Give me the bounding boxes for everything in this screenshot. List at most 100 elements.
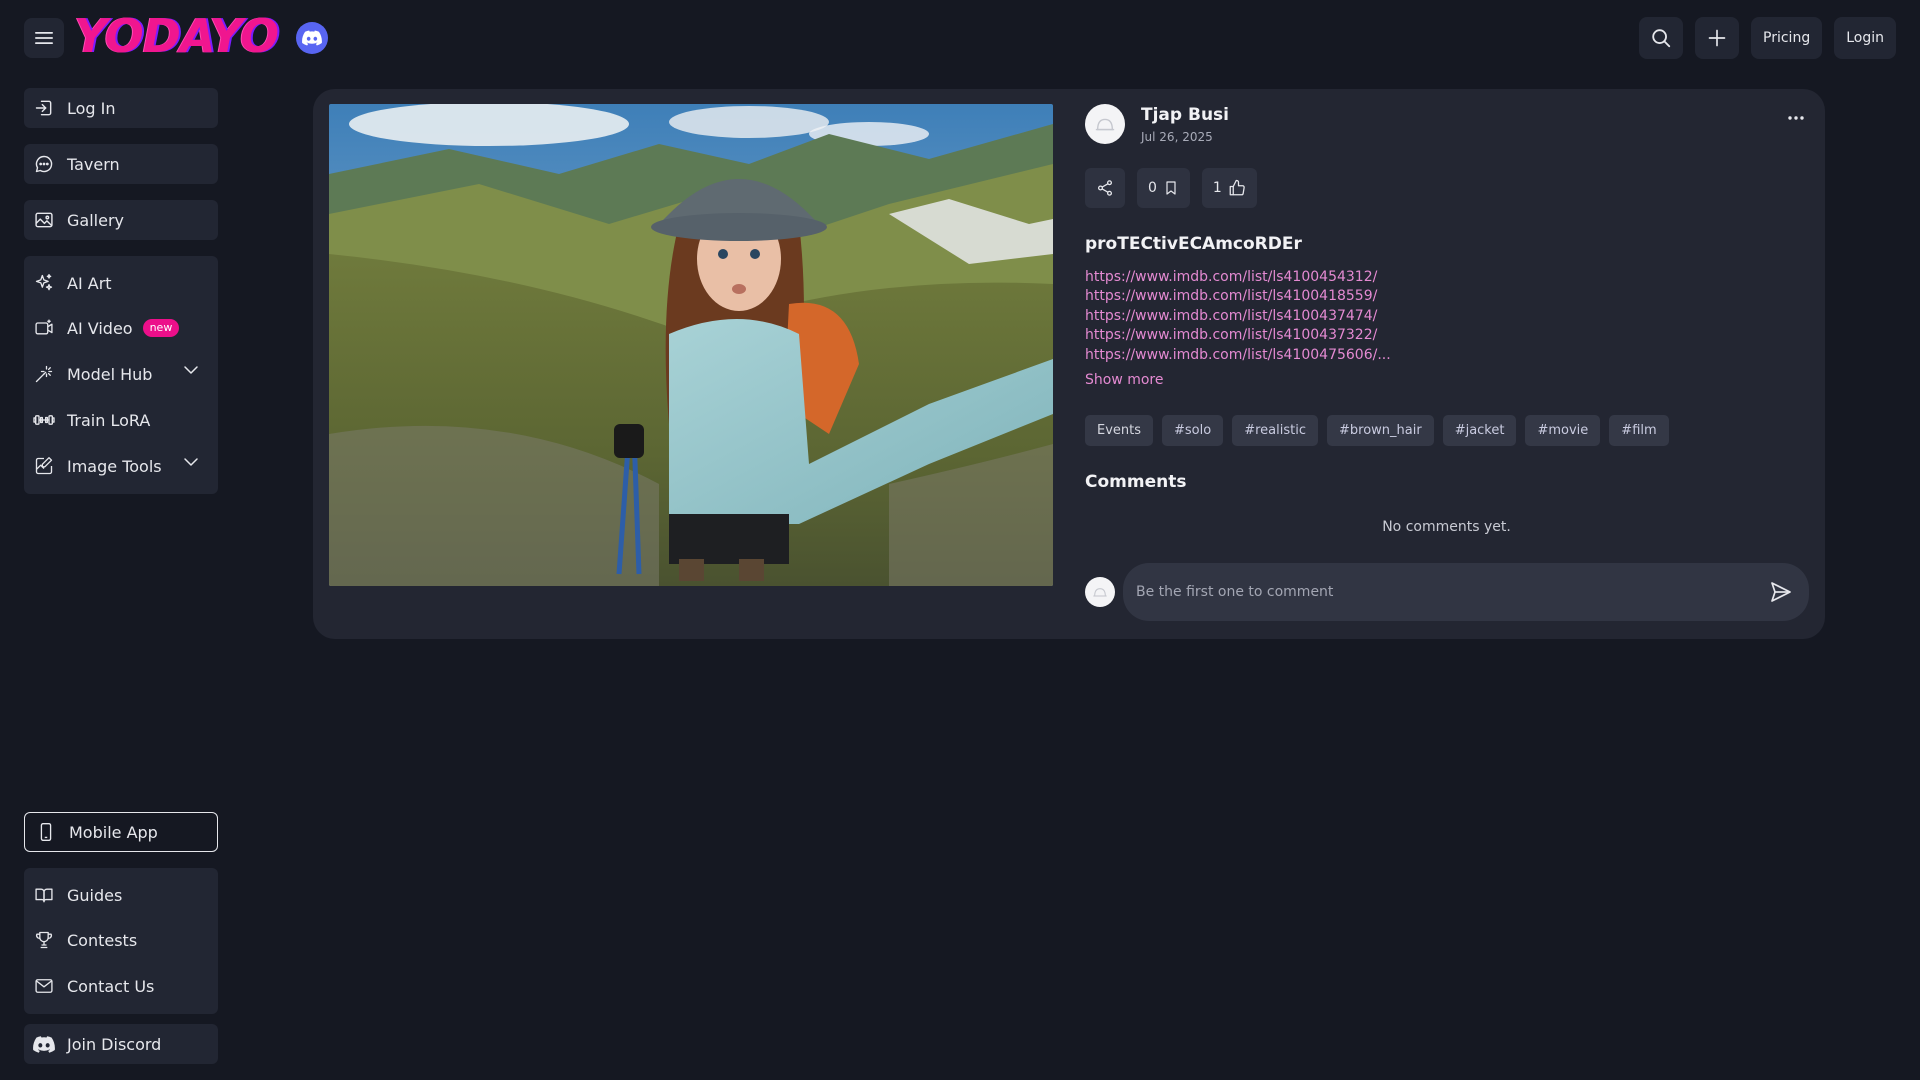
comment-box bbox=[1123, 563, 1809, 621]
sidebar-item-label: Contact Us bbox=[67, 976, 155, 996]
tag-list: Events #solo #realistic #brown_hair #jac… bbox=[1085, 415, 1669, 446]
avatar-placeholder-icon bbox=[1095, 118, 1115, 131]
post-actions: 0 1 bbox=[1085, 168, 1257, 208]
share-button[interactable] bbox=[1085, 168, 1125, 208]
hamburger-menu-button[interactable] bbox=[24, 18, 64, 58]
plus-icon bbox=[1708, 29, 1726, 47]
like-count: 1 bbox=[1212, 180, 1222, 196]
search-button[interactable] bbox=[1639, 17, 1684, 59]
sidebar-item-label: AI Video bbox=[67, 318, 133, 338]
sidebar-item-label: Join Discord bbox=[67, 1034, 162, 1054]
chat-bubble-icon bbox=[33, 153, 55, 175]
chevron-down-icon[interactable] bbox=[182, 361, 200, 379]
description-link[interactable]: https://www.imdb.com/list/ls4100454312/ bbox=[1085, 268, 1391, 287]
sidebar-item-log-in[interactable]: Log In bbox=[24, 88, 218, 128]
post-title: proTECtivECAmcoRDEr bbox=[1085, 234, 1302, 254]
mobile-app-button[interactable]: Mobile App bbox=[24, 812, 218, 852]
sidebar-item-join-discord[interactable]: Join Discord bbox=[24, 1024, 218, 1064]
sidebar-group-tavern: Tavern bbox=[24, 144, 218, 184]
magic-wand-icon bbox=[33, 363, 55, 385]
trophy-icon bbox=[33, 929, 55, 951]
tag-jacket[interactable]: #jacket bbox=[1442, 415, 1517, 446]
thumbs-up-icon bbox=[1229, 179, 1245, 196]
comment-input[interactable] bbox=[1136, 584, 1736, 600]
discord-icon bbox=[302, 30, 322, 46]
sidebar-item-contact-us[interactable]: Contact Us bbox=[24, 963, 218, 1009]
discord-icon bbox=[33, 1033, 55, 1055]
author-avatar[interactable] bbox=[1085, 104, 1125, 144]
author-name[interactable]: Tjap Busi bbox=[1141, 105, 1229, 125]
create-button[interactable] bbox=[1695, 17, 1740, 59]
sidebar-group-login: Log In bbox=[24, 88, 218, 128]
video-icon bbox=[33, 317, 55, 339]
sidebar-item-ai-art[interactable]: AI Art bbox=[24, 261, 218, 305]
tag-events[interactable]: Events bbox=[1085, 415, 1154, 446]
login-icon bbox=[33, 97, 55, 119]
sidebar-item-image-tools[interactable]: Image Tools bbox=[24, 443, 218, 489]
post-image[interactable] bbox=[329, 104, 1053, 586]
sidebar-item-tavern[interactable]: Tavern bbox=[24, 144, 218, 184]
mobile-app-label: Mobile App bbox=[69, 822, 158, 842]
description-link[interactable]: https://www.imdb.com/list/ls4100437474/ bbox=[1085, 307, 1391, 326]
commenter-avatar bbox=[1085, 577, 1115, 607]
sidebar-item-model-hub[interactable]: Model Hub bbox=[24, 351, 218, 397]
bookmark-icon bbox=[1166, 181, 1176, 195]
send-comment-button[interactable] bbox=[1769, 580, 1793, 604]
sidebar-item-label: Contests bbox=[67, 930, 138, 950]
ellipsis-icon bbox=[1788, 116, 1804, 120]
sidebar-group-gallery: Gallery bbox=[24, 200, 218, 240]
tag-brown-hair[interactable]: #brown_hair bbox=[1326, 415, 1434, 446]
hamburger-icon bbox=[35, 32, 53, 44]
sidebar-item-label: Tavern bbox=[67, 154, 120, 174]
tag-movie[interactable]: #movie bbox=[1525, 415, 1601, 446]
bookmark-button[interactable]: 0 bbox=[1137, 168, 1190, 208]
sidebar-item-label: Image Tools bbox=[67, 456, 162, 476]
sidebar-item-guides[interactable]: Guides bbox=[24, 873, 218, 917]
share-icon bbox=[1097, 180, 1113, 196]
tag-film[interactable]: #film bbox=[1609, 415, 1669, 446]
pricing-button[interactable]: Pricing bbox=[1751, 17, 1823, 59]
more-options-button[interactable] bbox=[1787, 115, 1805, 121]
image-edit-icon bbox=[33, 455, 55, 477]
description-link[interactable]: https://www.imdb.com/list/ls4100475606/.… bbox=[1085, 346, 1391, 365]
image-icon bbox=[33, 209, 55, 231]
post-card: Tjap Busi Jul 26, 2025 0 1 proTECtivECAm… bbox=[313, 89, 1825, 639]
send-icon bbox=[1771, 582, 1791, 602]
bookmark-count: 0 bbox=[1148, 180, 1157, 196]
sidebar-item-label: Gallery bbox=[67, 210, 124, 230]
phone-icon bbox=[35, 821, 57, 843]
sparkles-icon bbox=[33, 272, 55, 294]
sidebar-item-label: AI Art bbox=[67, 273, 112, 293]
sidebar-group-help: Guides Contests Contact Us bbox=[24, 868, 218, 1014]
sidebar-item-contests[interactable]: Contests bbox=[24, 917, 218, 963]
mail-icon bbox=[33, 975, 55, 997]
sidebar-item-label: Train LoRA bbox=[67, 410, 151, 430]
search-icon bbox=[1652, 29, 1671, 48]
description-link[interactable]: https://www.imdb.com/list/ls4100418559/ bbox=[1085, 287, 1391, 306]
description-link[interactable]: https://www.imdb.com/list/ls4100437322/ bbox=[1085, 326, 1391, 345]
tag-solo[interactable]: #solo bbox=[1162, 415, 1224, 446]
login-button[interactable]: Login bbox=[1834, 17, 1896, 59]
new-badge: new bbox=[142, 319, 180, 337]
tag-realistic[interactable]: #realistic bbox=[1232, 415, 1318, 446]
show-more-link[interactable]: Show more bbox=[1085, 372, 1164, 388]
avatar-placeholder-icon bbox=[1093, 588, 1107, 597]
post-description: https://www.imdb.com/list/ls4100454312/ … bbox=[1085, 268, 1391, 365]
no-comments-text: No comments yet. bbox=[1382, 519, 1511, 535]
sidebar-group-discord: Join Discord bbox=[24, 1024, 218, 1064]
comments-heading: Comments bbox=[1085, 472, 1187, 492]
discord-link-button[interactable] bbox=[296, 22, 328, 54]
top-bar: YODAYO Pricing Login bbox=[0, 0, 1920, 76]
sidebar-group-create: AI Art AI Video new Model Hub Train LoRA… bbox=[24, 256, 218, 494]
sidebar-item-label: Guides bbox=[67, 885, 123, 905]
sidebar-item-train-lora[interactable]: Train LoRA bbox=[24, 397, 218, 443]
sidebar-item-ai-video[interactable]: AI Video new bbox=[24, 305, 218, 351]
post-date: Jul 26, 2025 bbox=[1141, 130, 1213, 144]
like-button[interactable]: 1 bbox=[1201, 168, 1257, 208]
chevron-down-icon[interactable] bbox=[182, 453, 200, 471]
dumbbell-icon bbox=[33, 409, 55, 431]
book-icon bbox=[33, 884, 55, 906]
sidebar-item-label: Model Hub bbox=[67, 364, 153, 384]
sidebar-item-gallery[interactable]: Gallery bbox=[24, 200, 218, 240]
yodayo-logo[interactable]: YODAYO bbox=[74, 10, 279, 62]
